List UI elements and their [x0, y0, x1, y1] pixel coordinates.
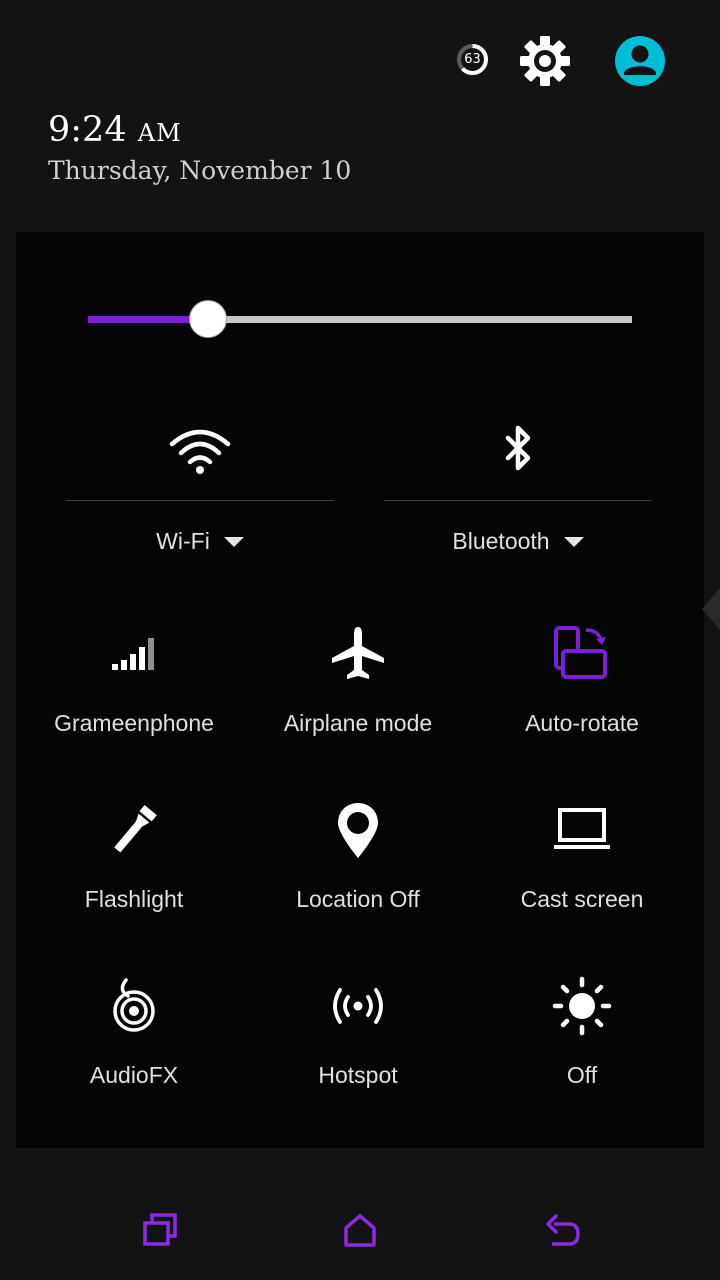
tile-label: Flashlight — [84, 886, 184, 912]
bluetooth-label: Bluetooth — [452, 528, 550, 554]
quick-settings-screen: 63 9:24 AM Thursday, November 10 Wi-Fi B… — [0, 0, 720, 1280]
tile-label: Cast screen — [520, 886, 644, 912]
settings-button[interactable] — [519, 35, 571, 87]
recents-button[interactable] — [140, 1210, 180, 1250]
clock-ampm: AM — [137, 119, 182, 147]
user-avatar-icon — [615, 36, 665, 86]
slider-thumb[interactable] — [188, 300, 227, 338]
wifi-dropdown[interactable]: Wi-Fi — [66, 528, 334, 555]
tile-label: Hotspot — [318, 1062, 398, 1088]
back-icon — [546, 1214, 580, 1246]
brightness-slider[interactable] — [88, 296, 632, 344]
status-header: 63 9:24 AM Thursday, November 10 — [0, 0, 720, 232]
wifi-divider — [66, 500, 334, 501]
bluetooth-divider — [384, 500, 652, 501]
clock[interactable]: 9:24 AM — [48, 110, 182, 150]
audiofx-icon — [113, 978, 155, 1032]
battery-indicator: 63 — [456, 43, 489, 76]
location-icon — [338, 803, 378, 858]
clock-time: 9:24 — [48, 110, 127, 150]
recents-icon — [143, 1213, 177, 1246]
tile-hotspot[interactable]: Hotspot — [246, 976, 470, 1126]
navigation-bar — [0, 1180, 720, 1280]
tile-flashlight[interactable]: Flashlight — [22, 800, 246, 950]
panel-edge-arrow-icon — [702, 588, 720, 630]
tile-label: Location Off — [296, 886, 420, 912]
flashlight-icon — [114, 804, 157, 853]
tile-auto-rotate[interactable]: Auto-rotate — [470, 624, 694, 774]
back-button[interactable] — [542, 1210, 582, 1250]
hotspot-icon — [333, 988, 383, 1024]
wifi-label: Wi-Fi — [156, 528, 210, 554]
home-button[interactable] — [340, 1210, 380, 1250]
wifi-caret-down-icon — [223, 536, 244, 547]
signal-icon — [112, 638, 154, 670]
brightness-icon — [552, 976, 612, 1036]
tile-mobile-data[interactable]: Grameenphone — [22, 624, 246, 774]
tile-location[interactable]: Location Off — [246, 800, 470, 950]
tile-label: Off — [566, 1062, 598, 1088]
bluetooth-tile[interactable]: Bluetooth — [384, 410, 652, 570]
cast-screen-icon — [554, 808, 610, 849]
gear-icon — [520, 36, 570, 86]
tile-label: Auto-rotate — [525, 710, 639, 736]
tile-brightness[interactable]: Off — [470, 976, 694, 1126]
airplane-icon — [332, 627, 384, 679]
wifi-tile[interactable]: Wi-Fi — [66, 410, 334, 570]
tile-audiofx[interactable]: AudioFX — [22, 976, 246, 1126]
tile-cast-screen[interactable]: Cast screen — [470, 800, 694, 950]
date-label[interactable]: Thursday, November 10 — [48, 156, 351, 185]
wifi-icon — [169, 429, 231, 474]
user-avatar-button[interactable] — [614, 35, 666, 87]
auto-rotate-icon — [554, 626, 607, 679]
tile-label: Grameenphone — [54, 710, 214, 736]
bluetooth-icon — [505, 425, 531, 471]
home-icon — [344, 1214, 376, 1247]
bluetooth-dropdown[interactable]: Bluetooth — [384, 528, 652, 555]
battery-level: 63 — [464, 52, 481, 67]
tile-airplane-mode[interactable]: Airplane mode — [246, 624, 470, 774]
tile-label: AudioFX — [89, 1062, 179, 1088]
bluetooth-caret-down-icon — [563, 536, 584, 547]
tile-label: Airplane mode — [283, 710, 433, 736]
